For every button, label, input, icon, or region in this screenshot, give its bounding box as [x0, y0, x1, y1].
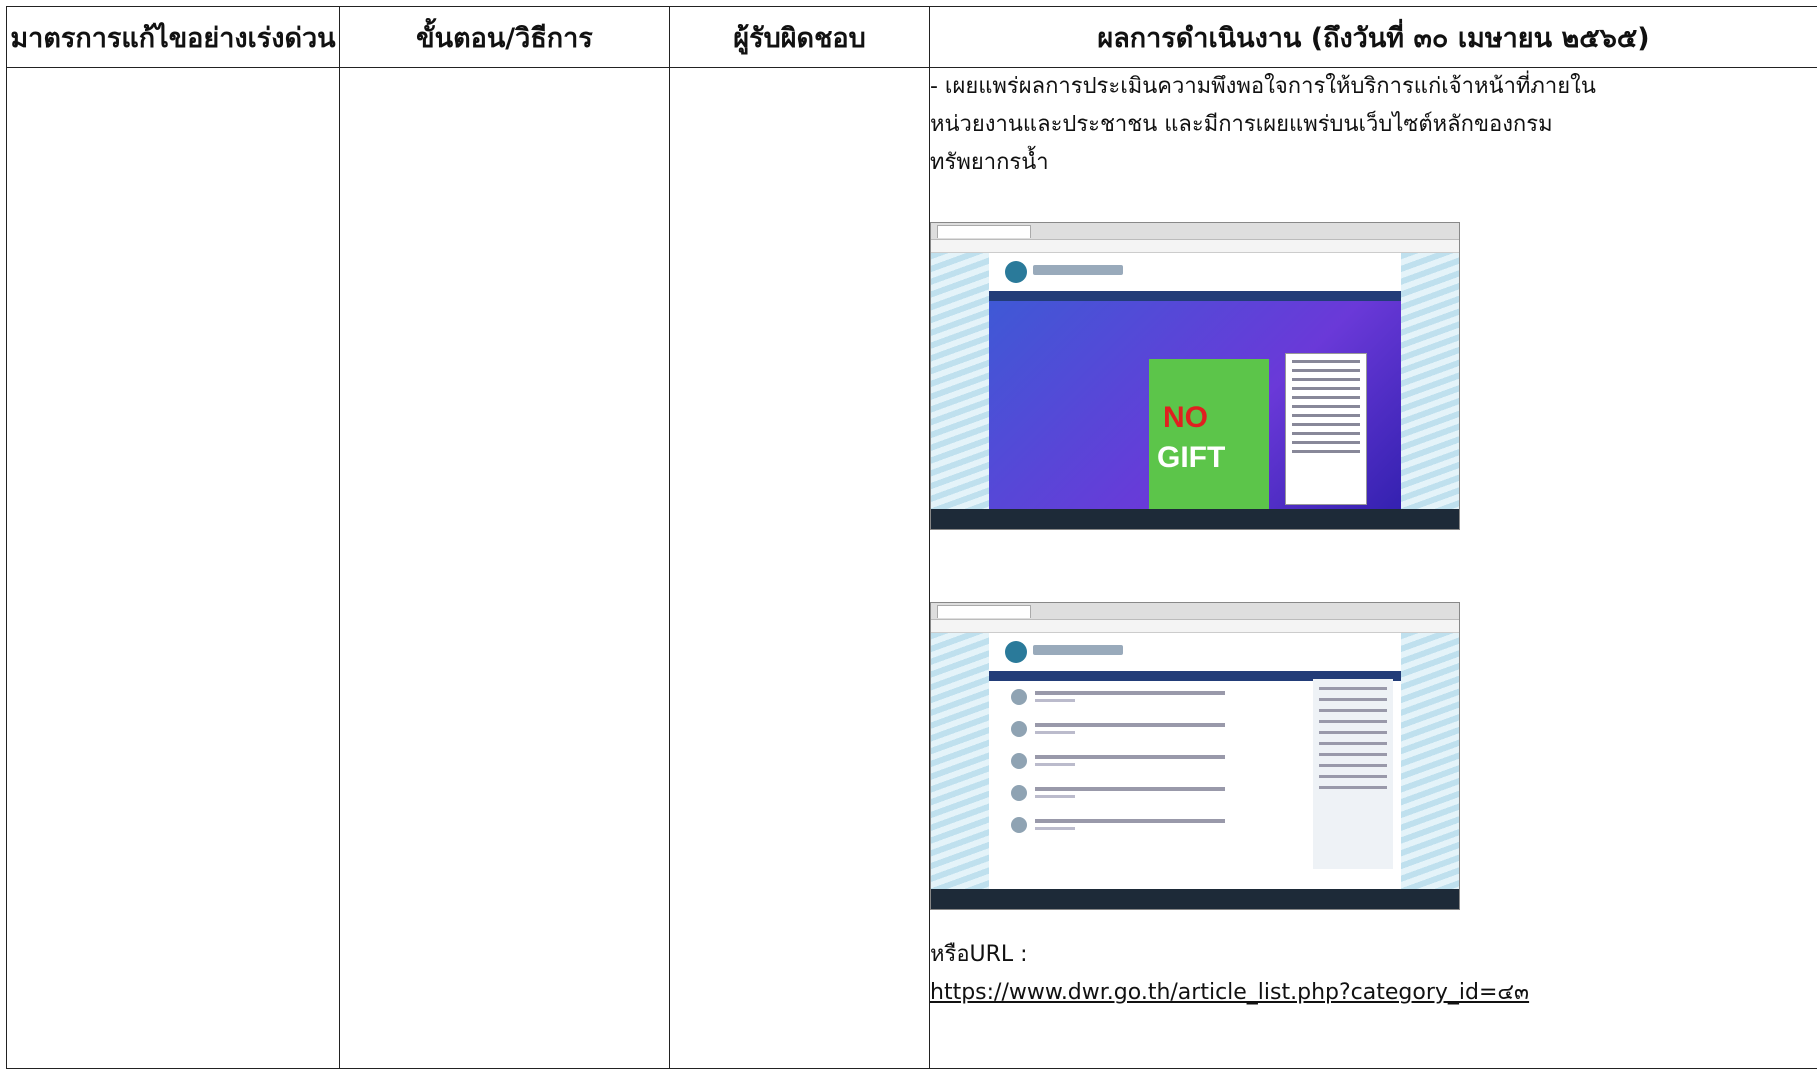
result-line-1: - เผยแพร่ผลการประเมินความพึงพอใจการให้บร…	[930, 68, 1817, 106]
table-row: - เผยแพร่ผลการประเมินความพึงพอใจการให้บร…	[7, 68, 1817, 1069]
result-line-3: ทรัพยากรน้ำ	[930, 144, 1817, 182]
cell-measures	[7, 68, 340, 1069]
cell-procedure	[340, 68, 670, 1069]
result-line-2: หน่วยงานและประชาชน และมีการเผยแพร่บนเว็บ…	[930, 106, 1817, 144]
header-responsible: ผู้รับผิดชอบ	[670, 7, 930, 68]
website-screenshot-1: NO GIFT	[930, 222, 1460, 530]
url-label: หรือURL :	[930, 936, 1817, 974]
article-list-link[interactable]: https://www.dwr.go.th/article_list.php?c…	[930, 980, 1529, 1005]
taskbar	[931, 509, 1459, 529]
dwr-logo-icon	[1005, 261, 1027, 283]
no-gift-policy-poster: NO GIFT	[1149, 359, 1269, 530]
header-results: ผลการดำเนินงาน (ถึงวันที่ ๓๐ เมษายน ๒๕๖๕…	[930, 7, 1817, 68]
cell-responsible	[670, 68, 930, 1069]
sidebar-menu	[1313, 679, 1393, 869]
header-procedure: ขั้นตอน/วิธีการ	[340, 7, 670, 68]
table-header-row: มาตรการแก้ไขอย่างเร่งด่วน ขั้นตอน/วิธีกา…	[7, 7, 1817, 68]
dropdown-menu	[1285, 353, 1367, 505]
article-list	[1001, 683, 1259, 843]
header-measures: มาตรการแก้ไขอย่างเร่งด่วน	[7, 7, 340, 68]
taskbar	[931, 889, 1459, 909]
website-screenshot-2	[930, 602, 1460, 910]
cell-results: - เผยแพร่ผลการประเมินความพึงพอใจการให้บร…	[930, 68, 1817, 1069]
results-table: มาตรการแก้ไขอย่างเร่งด่วน ขั้นตอน/วิธีกา…	[6, 6, 1817, 1069]
dwr-logo-icon	[1005, 641, 1027, 663]
